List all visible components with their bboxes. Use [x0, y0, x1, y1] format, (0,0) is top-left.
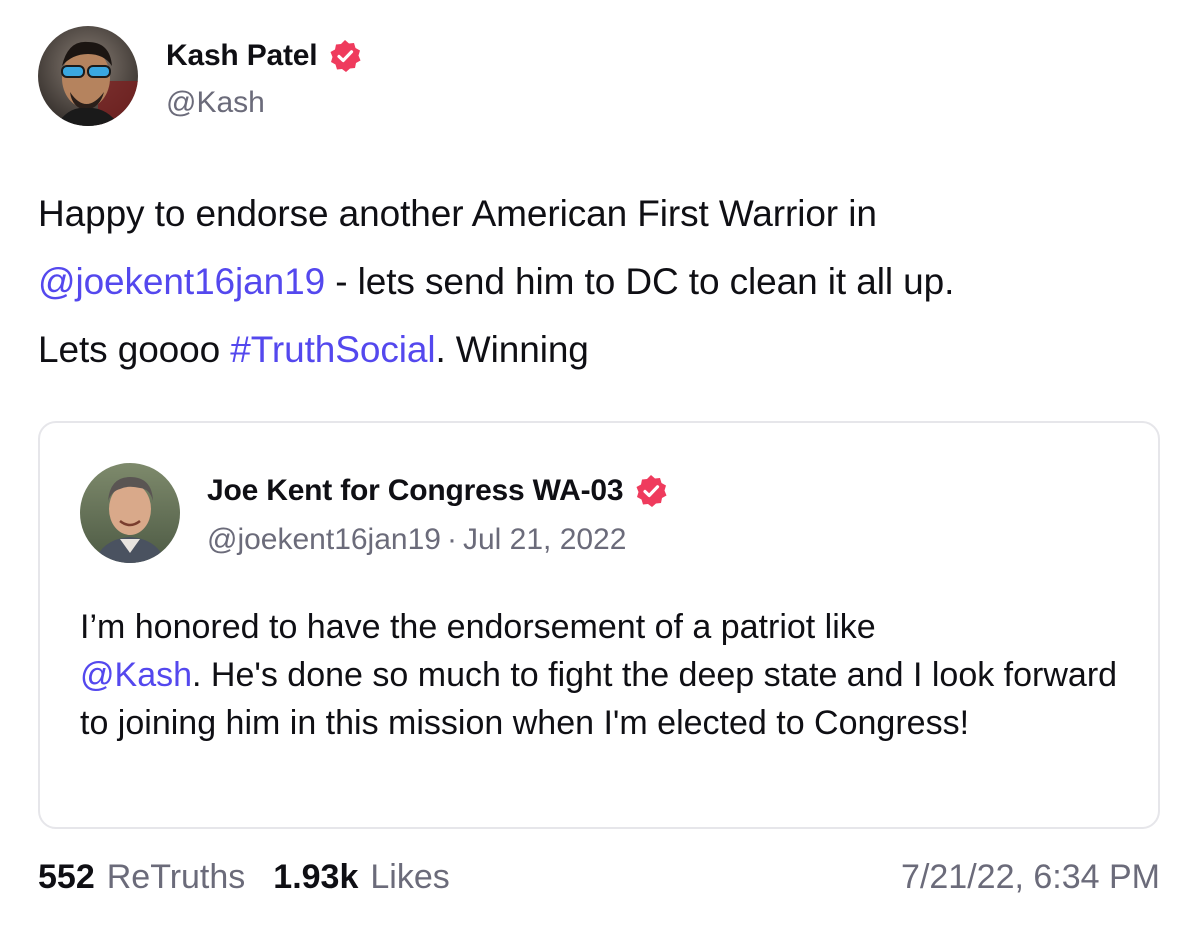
post-text-line-1: Happy to endorse another American First …	[38, 180, 1168, 248]
author-meta: Kash Patel @Kash	[166, 26, 363, 120]
quoted-author-avatar[interactable]	[80, 463, 180, 563]
post-timestamp[interactable]: 7/21/22, 6:34 PM	[901, 858, 1160, 897]
verified-badge-icon	[327, 38, 363, 74]
post-text-segment: . Winning	[435, 329, 589, 370]
quoted-post-date[interactable]: Jul 21, 2022	[463, 523, 626, 556]
quoted-author-display-name[interactable]: Joe Kent for Congress WA-03	[207, 474, 624, 508]
likes-label[interactable]: Likes	[370, 858, 449, 897]
quoted-text-segment: . He's done so much to fight the deep st…	[80, 656, 1118, 742]
quoted-author-name-row: Joe Kent for Congress WA-03	[207, 471, 669, 511]
post-text-line-2: @joekent16jan19 - lets send him to DC to…	[38, 248, 1168, 316]
quoted-author-handle[interactable]: @joekent16jan19	[207, 523, 441, 556]
quoted-author-meta: Joe Kent for Congress WA-03 @joekent16ja…	[207, 463, 669, 557]
post-text-segment: Lets goooo	[38, 329, 231, 370]
mention-link[interactable]: @joekent16jan19	[38, 261, 325, 302]
mention-link[interactable]: @Kash	[80, 656, 192, 694]
quoted-text-segment: I’m honored to have the endorsement of a…	[80, 608, 876, 646]
avatar-photo-icon	[80, 463, 180, 563]
author-name-row: Kash Patel	[166, 36, 363, 76]
post-text-line-3: Lets goooo #TruthSocial. Winning	[38, 316, 1168, 384]
quoted-author-subline: @joekent16jan19 · Jul 21, 2022	[207, 523, 669, 557]
truth-post: Kash Patel @Kash Happy to endorse anothe…	[0, 0, 1200, 927]
post-stats: 552 ReTruths 1.93k Likes	[38, 858, 450, 897]
hashtag-link[interactable]: #TruthSocial	[230, 329, 435, 370]
post-text-segment: - lets send him to DC to clean it all up…	[325, 261, 955, 302]
quoted-post-body: I’m honored to have the endorsement of a…	[80, 603, 1120, 747]
retruths-label[interactable]: ReTruths	[107, 858, 246, 897]
author-avatar[interactable]	[38, 26, 138, 126]
avatar-photo-icon	[38, 26, 138, 126]
author-display-name[interactable]: Kash Patel	[166, 39, 318, 73]
post-author: Kash Patel @Kash	[38, 26, 363, 126]
author-handle[interactable]: @Kash	[166, 86, 363, 120]
quoted-post-card[interactable]: Joe Kent for Congress WA-03 @joekent16ja…	[38, 421, 1160, 829]
likes-count[interactable]: 1.93k	[273, 858, 358, 897]
dot-separator: ·	[446, 523, 457, 556]
post-body: Happy to endorse another American First …	[38, 180, 1168, 384]
post-text-segment: Happy to endorse another American First …	[38, 193, 877, 234]
retruths-count[interactable]: 552	[38, 858, 95, 897]
quoted-post-author: Joe Kent for Congress WA-03 @joekent16ja…	[80, 463, 669, 563]
verified-badge-icon	[633, 473, 669, 509]
